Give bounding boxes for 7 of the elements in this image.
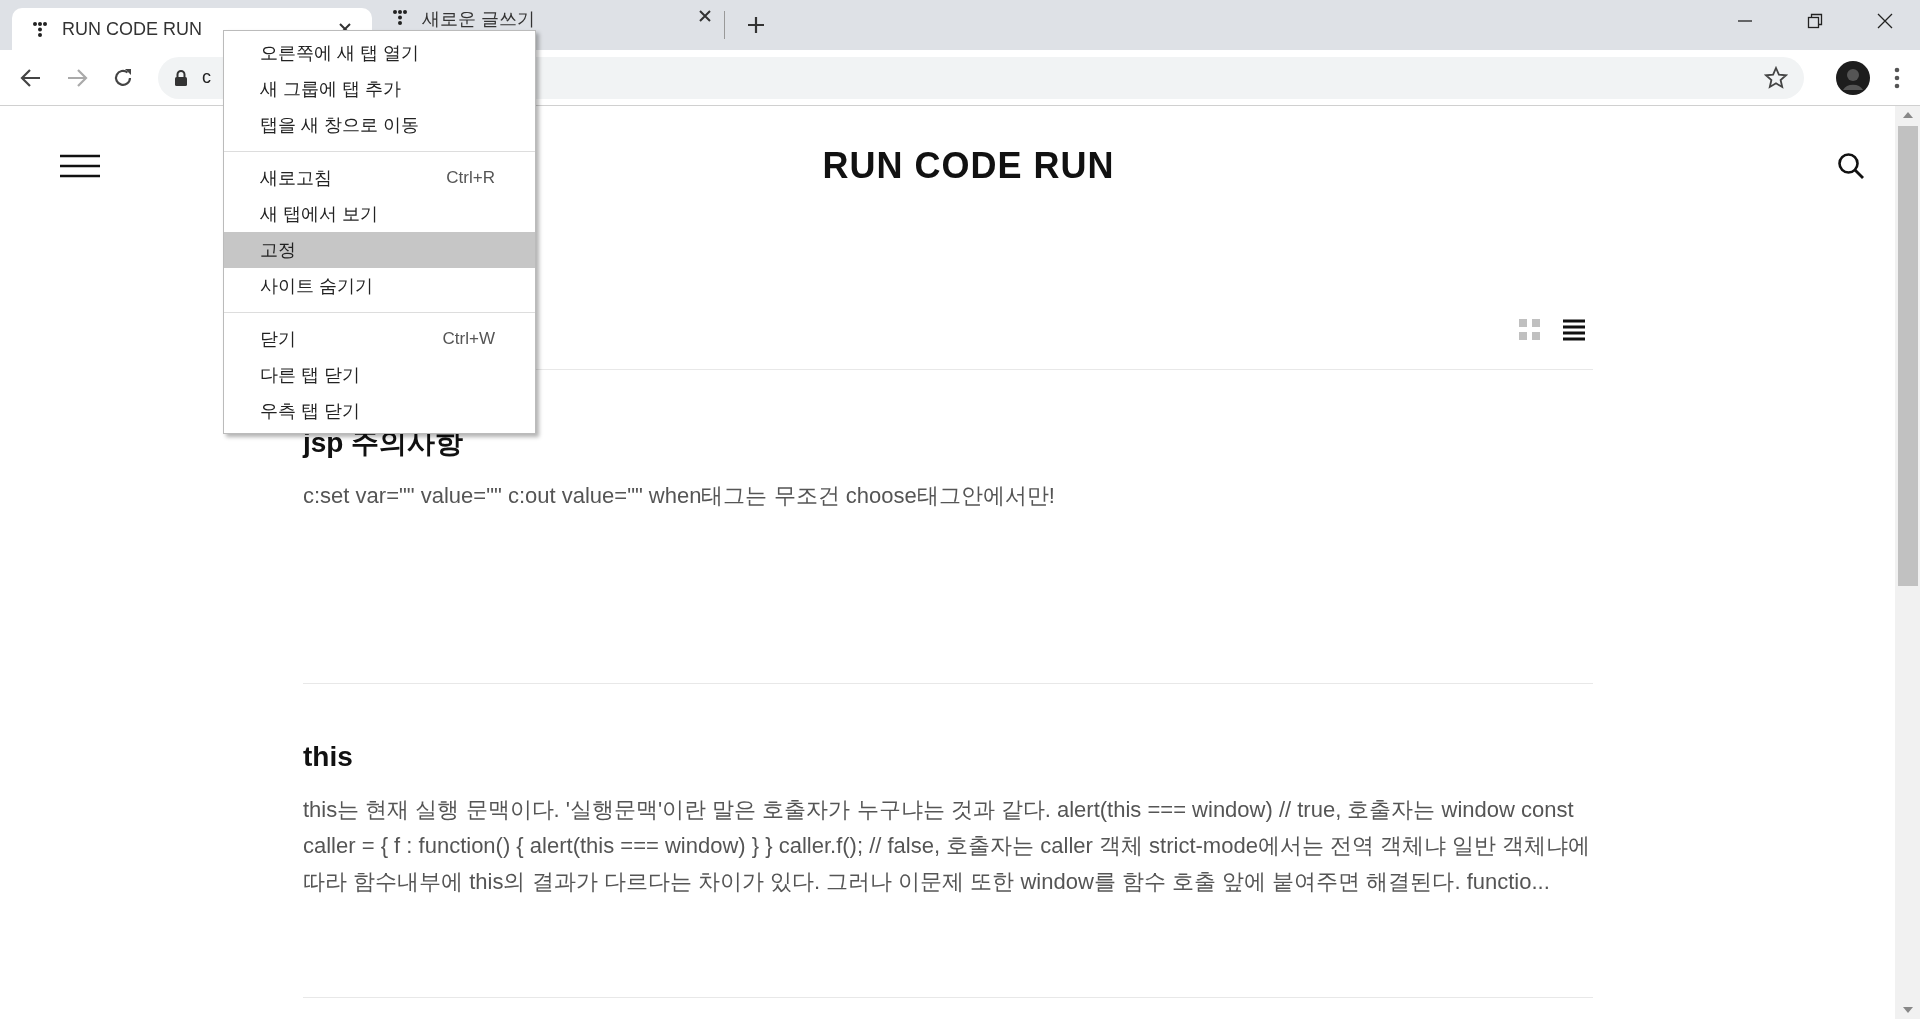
tab-title: RUN CODE RUN [62,19,203,39]
post-excerpt: c:set var="" value="" c:out value="" when태그는 무조건 choose태그안에서만! [303,482,1056,510]
post-excerpt: this는 현재 실행 문맥이다. '실행문맥'이란 말은 호출자가 누구냐는 것과 같다. alert(this === window) // true, 호출자는 window const caller = { f : function() { alert(this === window) } } caller.f(); // false, 호출자는 caller 객체 strict-mode에서는 전역 객체냐 일반 객체냐에 따라 함수내부에 this의 결과가 다르다는 차이가 있다. 그러나 이문제 또한 window를 함수 호출 앞에 붙여주면 해결된다. functio... [303,796,1592,896]
tab-title: 새로운 글쓰기 [422,9,536,29]
shortcut-text: Ctrl+R [446,167,495,190]
url-text: c [202,66,211,89]
shortcut-text: Ctrl+W [442,328,495,351]
